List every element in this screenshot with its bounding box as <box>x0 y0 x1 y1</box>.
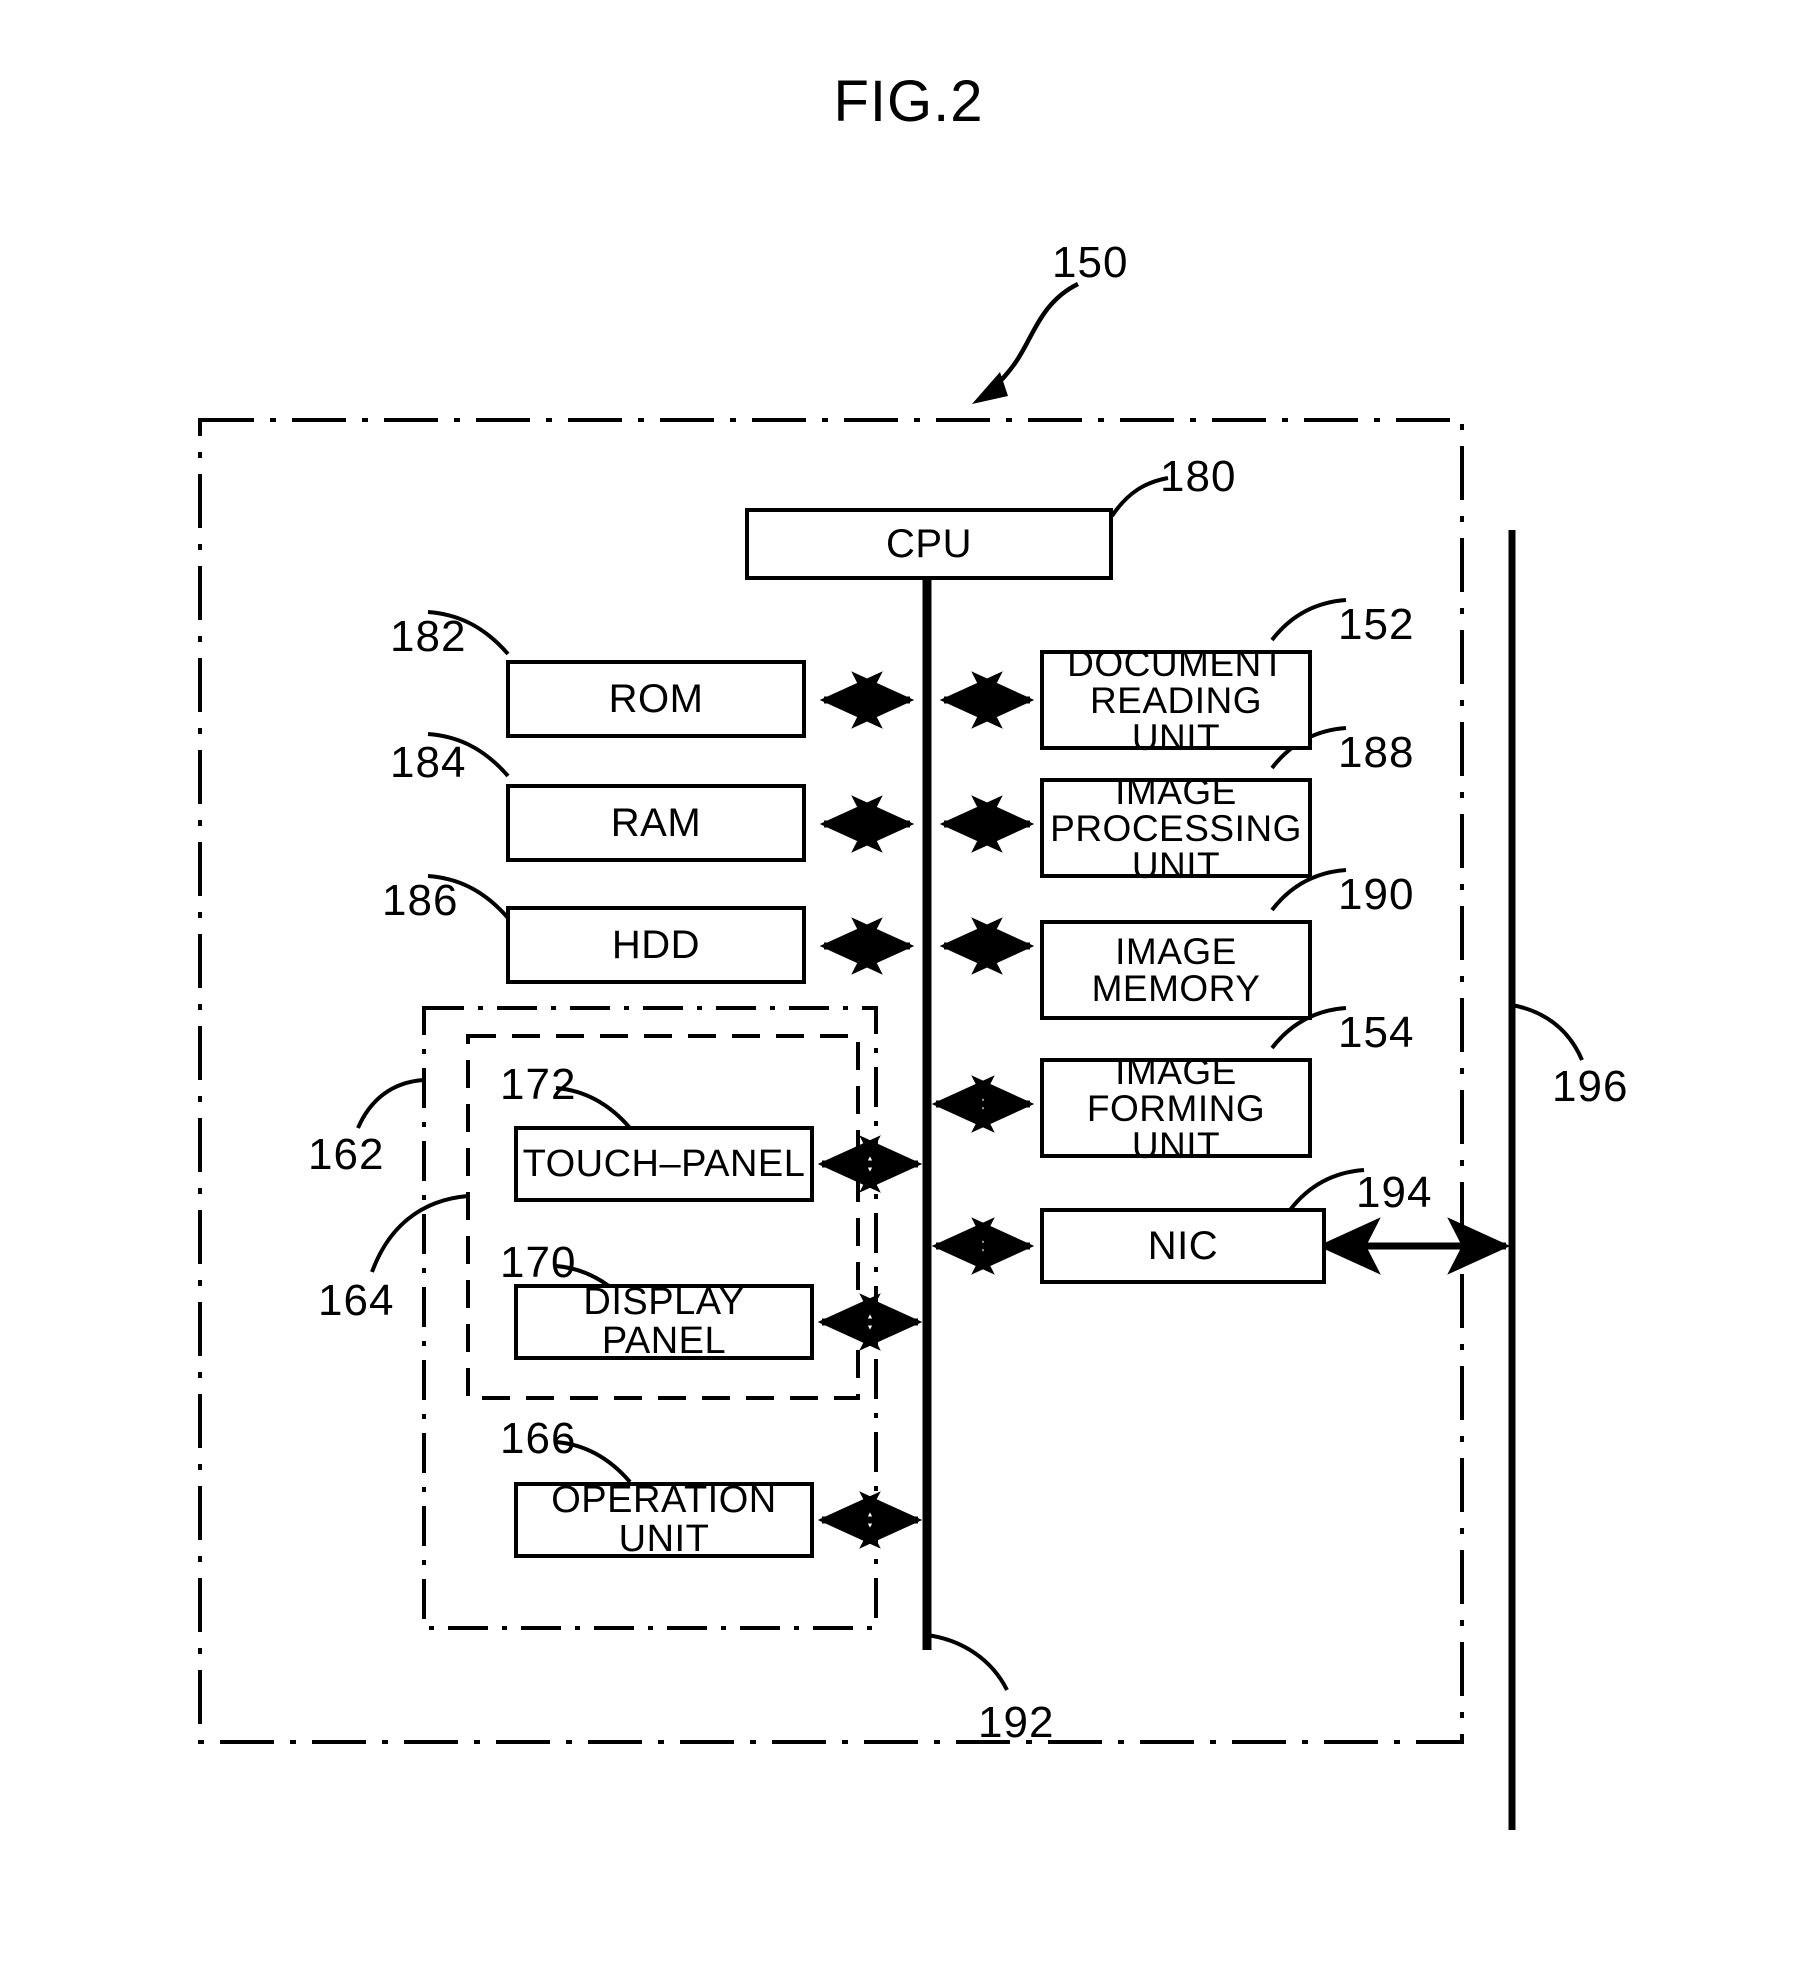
ref-166: 166 <box>500 1414 577 1463</box>
ref-194: 194 <box>1356 1168 1433 1217</box>
block-hdd[interactable]: HDD <box>506 906 806 984</box>
block-rom-label: ROM <box>608 676 704 721</box>
block-image-memory-label-line1: IMAGE <box>1115 931 1237 972</box>
leader-196 <box>1511 1003 1584 1061</box>
leader-164 <box>370 1194 469 1273</box>
block-display-panel[interactable]: DISPLAY PANEL <box>514 1281 814 1362</box>
block-operation-unit-label: OPERATION UNIT <box>551 1479 777 1560</box>
block-nic-label: NIC <box>1147 1223 1219 1268</box>
block-ram[interactable]: RAM <box>506 784 806 862</box>
leader-192 <box>926 1633 1009 1691</box>
block-rom[interactable]: ROM <box>506 660 806 738</box>
diagram-canvas <box>198 281 1584 1830</box>
block-image-processing-unit-label-line1: IMAGE <box>1115 770 1237 812</box>
ref-182: 182 <box>390 612 467 661</box>
block-nic[interactable]: NIC <box>1040 1208 1326 1284</box>
block-touch-panel-label: TOUCH–PANEL <box>522 1142 806 1185</box>
block-ram-label: RAM <box>610 800 702 845</box>
block-image-processing-unit-label-line2: PROCESSING UNIT <box>1050 807 1302 886</box>
block-hdd-label: HDD <box>611 922 701 967</box>
block-document-reading-unit-label-line1: DOCUMENT <box>1067 642 1285 684</box>
block-image-forming-unit[interactable]: IMAGE FORMING UNIT <box>1040 1053 1312 1164</box>
ref-172: 172 <box>500 1060 577 1109</box>
ref-150: 150 <box>1052 238 1129 287</box>
figure-root: FIG.2 CPU ROM RAM HDD DOCUMENT READING U… <box>0 0 1817 1968</box>
block-cpu-label: CPU <box>886 521 972 566</box>
block-image-forming-unit-label-line2: FORMING UNIT <box>1086 1087 1266 1166</box>
ref-190: 190 <box>1338 870 1415 919</box>
block-image-processing-unit[interactable]: IMAGE PROCESSING UNIT <box>1040 773 1312 884</box>
ref-154: 154 <box>1338 1008 1415 1057</box>
ref-188: 188 <box>1338 728 1415 777</box>
ref-192: 192 <box>978 1698 1055 1747</box>
block-touch-panel[interactable]: TOUCH–PANEL <box>514 1126 814 1202</box>
leader-194 <box>1288 1168 1365 1212</box>
block-display-panel-label: DISPLAY PANEL <box>583 1281 745 1362</box>
ref-164: 164 <box>318 1276 395 1325</box>
block-document-reading-unit[interactable]: DOCUMENT READING UNIT <box>1040 645 1312 756</box>
block-cpu[interactable]: CPU <box>745 508 1113 580</box>
ref-162: 162 <box>308 1130 385 1179</box>
block-operation-unit[interactable]: OPERATION UNIT <box>514 1479 814 1560</box>
block-document-reading-unit-label-line2: READING UNIT <box>1089 679 1263 758</box>
ref-184: 184 <box>390 738 467 787</box>
block-image-forming-unit-label-line1: IMAGE <box>1115 1050 1237 1092</box>
block-image-memory-label-line2: MEMORY <box>1091 968 1261 1009</box>
ref-152: 152 <box>1338 600 1415 649</box>
ref-170: 170 <box>500 1238 577 1287</box>
ref-186: 186 <box>382 876 459 925</box>
leader-162 <box>356 1078 425 1129</box>
block-image-memory[interactable]: IMAGE MEMORY <box>1040 920 1312 1020</box>
ref-180: 180 <box>1160 452 1237 501</box>
leader-152 <box>1270 598 1347 642</box>
ref-196: 196 <box>1552 1062 1629 1111</box>
